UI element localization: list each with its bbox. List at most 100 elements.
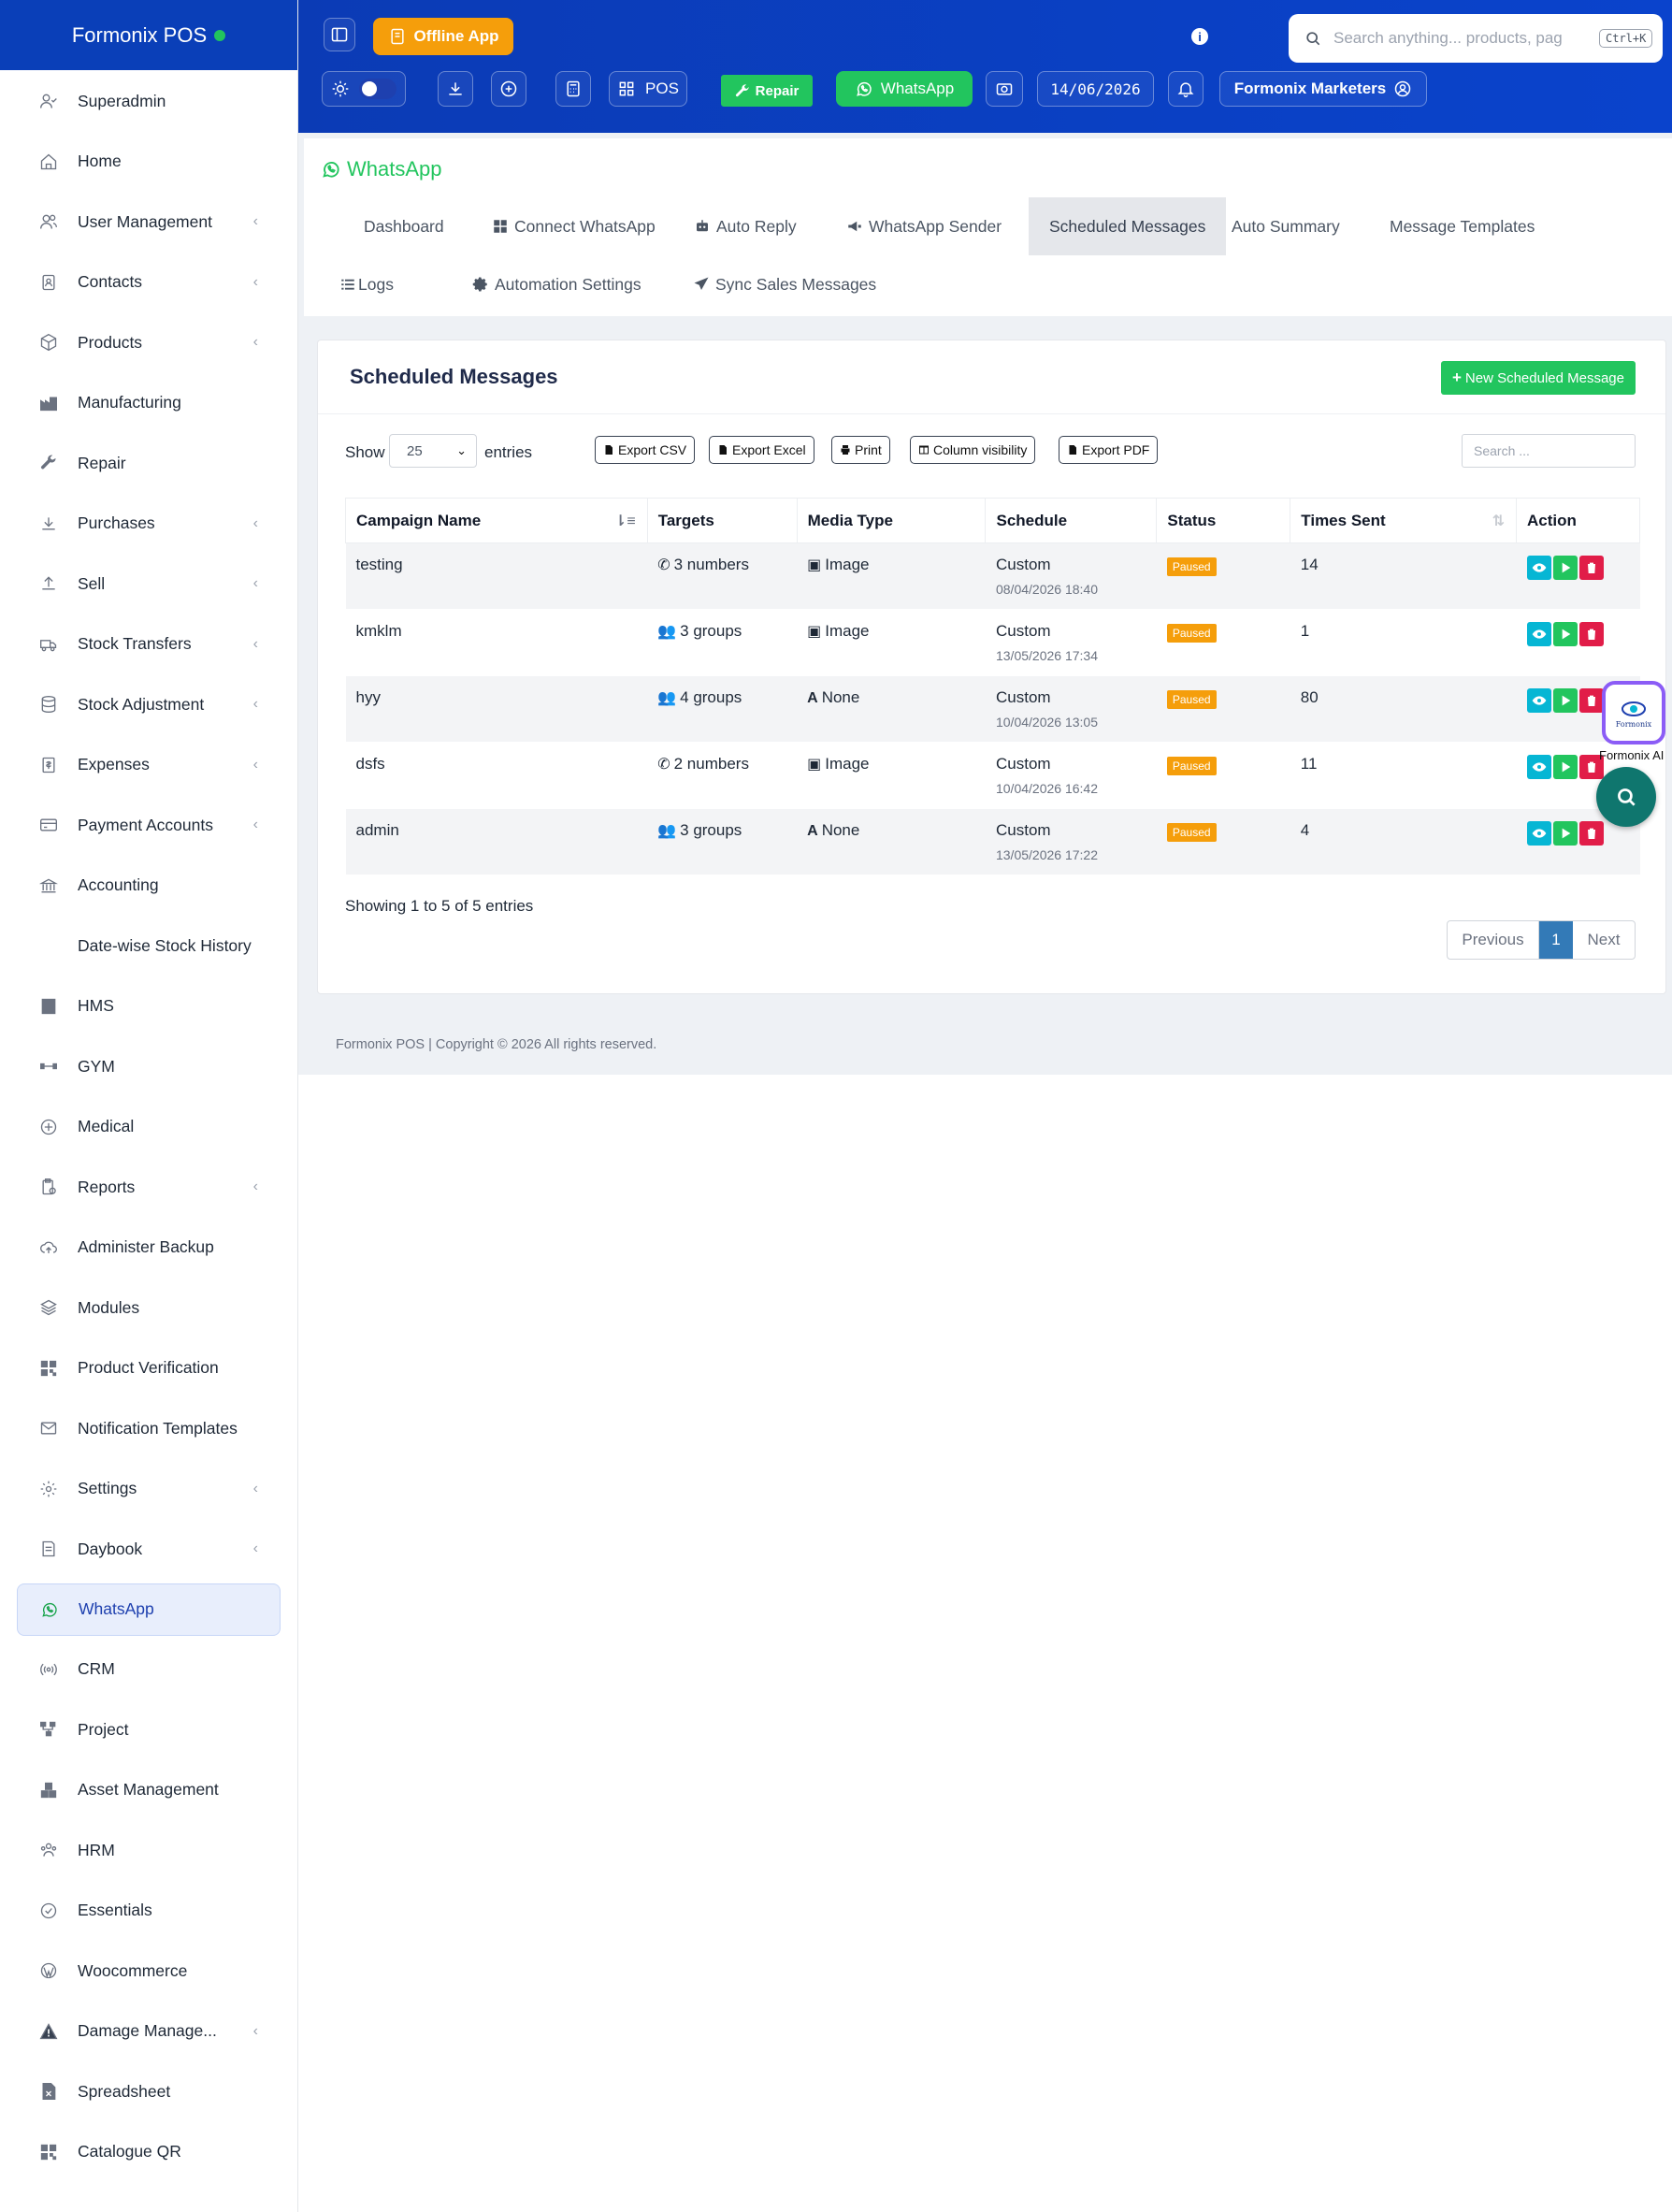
chevron-left-icon[interactable]: ‹ <box>253 1178 258 1195</box>
sidebar-item-stock-transfers[interactable]: Stock Transfers ‹ <box>0 614 297 675</box>
sidebar-item-product-verification[interactable]: Product Verification <box>0 1338 297 1399</box>
sidebar-item-administer-backup[interactable]: Administer Backup <box>0 1218 297 1279</box>
pagination-page-1[interactable]: 1 <box>1539 921 1573 959</box>
brand-header[interactable]: Formonix POS <box>0 0 297 70</box>
download-button[interactable] <box>438 71 473 107</box>
print-button[interactable]: Print <box>831 436 890 464</box>
tab-auto-summary[interactable]: Auto Summary <box>1211 197 1361 255</box>
new-scheduled-message-button[interactable]: + New Scheduled Message <box>1440 361 1636 395</box>
column-visibility-button[interactable]: Column visibility <box>910 436 1036 464</box>
delete-button[interactable] <box>1578 688 1604 713</box>
view-button[interactable] <box>1526 755 1551 779</box>
sidebar-item-daybook[interactable]: Daybook ‹ <box>0 1519 297 1580</box>
tab-logs[interactable]: Logs <box>319 255 414 313</box>
export-excel-button[interactable]: Export Excel <box>709 436 814 464</box>
play-button[interactable] <box>1552 821 1578 846</box>
sidebar-item-purchases[interactable]: Purchases ‹ <box>0 494 297 555</box>
sidebar-item-accounting[interactable]: Accounting <box>0 856 297 917</box>
calculator-button[interactable] <box>555 71 591 107</box>
column-header-campaign-name[interactable]: Campaign Name ⇂≡ <box>345 498 648 543</box>
tab-connect-whatsapp[interactable]: Connect WhatsApp <box>471 197 676 255</box>
chevron-left-icon[interactable]: ‹ <box>253 1481 258 1497</box>
play-button[interactable] <box>1552 622 1578 646</box>
sidebar-item-sell[interactable]: Sell ‹ <box>0 554 297 614</box>
chevron-left-icon[interactable]: ‹ <box>253 575 258 592</box>
date-display[interactable]: 14/06/2026 <box>1037 71 1154 107</box>
delete-button[interactable] <box>1578 622 1604 646</box>
chevron-left-icon[interactable]: ‹ <box>253 757 258 773</box>
chevron-left-icon[interactable]: ‹ <box>253 334 258 351</box>
chevron-left-icon[interactable]: ‹ <box>253 696 258 713</box>
repair-button[interactable]: Repair <box>721 75 813 107</box>
chevron-left-icon[interactable]: ‹ <box>253 2023 258 2040</box>
sidebar-item-payment-accounts[interactable]: Payment Accounts ‹ <box>0 795 297 856</box>
notifications-button[interactable] <box>1168 71 1204 107</box>
entries-select[interactable]: 25 ⌄ <box>389 434 477 468</box>
sidebar-item-user-management[interactable]: User Management ‹ <box>0 192 297 253</box>
tab-message-templates[interactable]: Message Templates <box>1369 197 1555 255</box>
export-csv-button[interactable]: Export CSV <box>595 436 696 464</box>
ai-assistant-button[interactable]: Formonix <box>1602 681 1665 745</box>
table-row[interactable]: hyy 👥 4 groups A None Custom 10/04/2026 13:05 P… <box>345 675 1640 743</box>
sidebar-item-woocommerce[interactable]: Woocommerce <box>0 1941 297 2002</box>
theme-switch[interactable] <box>359 79 396 99</box>
sidebar-item-crm[interactable]: CRM <box>0 1640 297 1700</box>
table-row[interactable]: testing ✆ 3 numbers ▣ Image Custom 08/04/2026 … <box>345 542 1640 610</box>
export-pdf-button[interactable]: Export PDF <box>1059 436 1159 464</box>
column-header-status[interactable]: Status <box>1156 498 1291 543</box>
search-input[interactable]: Search anything... products, pag <box>1333 29 1588 48</box>
play-button[interactable] <box>1552 688 1578 713</box>
sidebar-item-whatsapp[interactable]: WhatsApp <box>17 1583 281 1636</box>
table-row[interactable]: dsfs ✆ 2 numbers ▣ Image Custom 10/04/2026 16:… <box>345 742 1640 809</box>
delete-button[interactable] <box>1578 556 1604 580</box>
chevron-left-icon[interactable]: ‹ <box>253 817 258 833</box>
tab-automation-settings[interactable]: Automation Settings <box>452 255 662 313</box>
chevron-left-icon[interactable]: ‹ <box>253 636 258 653</box>
table-row[interactable]: kmklm 👥 3 groups ▣ Image Custom 13/05/2026 17:… <box>345 609 1640 676</box>
chevron-left-icon[interactable]: ‹ <box>253 515 258 532</box>
sidebar-item-date-wise-stock-history[interactable]: Date-wise Stock History <box>0 916 297 976</box>
sidebar-item-notification-templates[interactable]: Notification Templates <box>0 1398 297 1459</box>
chevron-left-icon[interactable]: ‹ <box>253 213 258 230</box>
sidebar-item-stock-adjustment[interactable]: Stock Adjustment ‹ <box>0 674 297 735</box>
tab-dashboard[interactable]: Dashboard <box>343 197 465 255</box>
whatsapp-button[interactable]: WhatsApp <box>836 71 973 107</box>
offline-app-button[interactable]: Offline App <box>373 18 513 55</box>
sidebar-item-reports[interactable]: Reports ‹ <box>0 1157 297 1218</box>
tab-scheduled-messages[interactable]: Scheduled Messages <box>1029 197 1227 255</box>
theme-toggle[interactable] <box>322 71 406 107</box>
pos-button[interactable]: POS <box>609 71 687 107</box>
view-button[interactable] <box>1526 556 1551 580</box>
sidebar-item-hrm[interactable]: HRM <box>0 1820 297 1881</box>
view-button[interactable] <box>1526 821 1551 846</box>
sidebar-item-contacts[interactable]: Contacts ‹ <box>0 253 297 313</box>
tab-auto-reply[interactable]: Auto Reply <box>673 197 817 255</box>
column-header-media-type[interactable]: Media Type <box>796 498 987 543</box>
table-row[interactable]: admin 👥 3 groups A None Custom 13/05/2026 17:2… <box>345 808 1640 875</box>
pagination-previous[interactable]: Previous <box>1448 921 1539 959</box>
sidebar-item-expenses[interactable]: Expenses ‹ <box>0 735 297 796</box>
chevron-left-icon[interactable]: ‹ <box>253 274 258 291</box>
sidebar-item-essentials[interactable]: Essentials <box>0 1881 297 1942</box>
table-search-input[interactable]: Search ... <box>1462 434 1636 468</box>
add-button[interactable] <box>491 71 526 107</box>
column-header-times-sent[interactable]: Times Sent ⇅ <box>1290 498 1518 543</box>
sidebar-item-settings[interactable]: Settings ‹ <box>0 1459 297 1520</box>
floating-search-button[interactable] <box>1596 767 1656 827</box>
sidebar-item-repair[interactable]: Repair <box>0 433 297 494</box>
sidebar-item-home[interactable]: Home <box>0 132 297 193</box>
sidebar-item-project[interactable]: Project <box>0 1699 297 1760</box>
sidebar-toggle-button[interactable] <box>324 18 355 51</box>
tab-sync-sales-messages[interactable]: Sync Sales Messages <box>672 255 897 313</box>
global-search[interactable]: Search anything... products, pag Ctrl+K <box>1289 14 1663 63</box>
tab-whatsapp-sender[interactable]: WhatsApp Sender <box>826 197 1022 255</box>
delete-button[interactable] <box>1578 821 1604 846</box>
sidebar-item-medical[interactable]: Medical <box>0 1097 297 1158</box>
sidebar-item-asset-management[interactable]: Asset Management <box>0 1760 297 1821</box>
sidebar-item-manufacturing[interactable]: Manufacturing <box>0 373 297 434</box>
sidebar-item-hms[interactable]: HMS <box>0 976 297 1037</box>
column-header-schedule[interactable]: Schedule <box>985 498 1158 543</box>
sidebar-item-damage-manage[interactable]: Damage Manage... ‹ <box>0 2002 297 2062</box>
sidebar-item-catalogue-qr[interactable]: Catalogue QR <box>0 2122 297 2183</box>
sidebar-item-modules[interactable]: Modules <box>0 1278 297 1338</box>
